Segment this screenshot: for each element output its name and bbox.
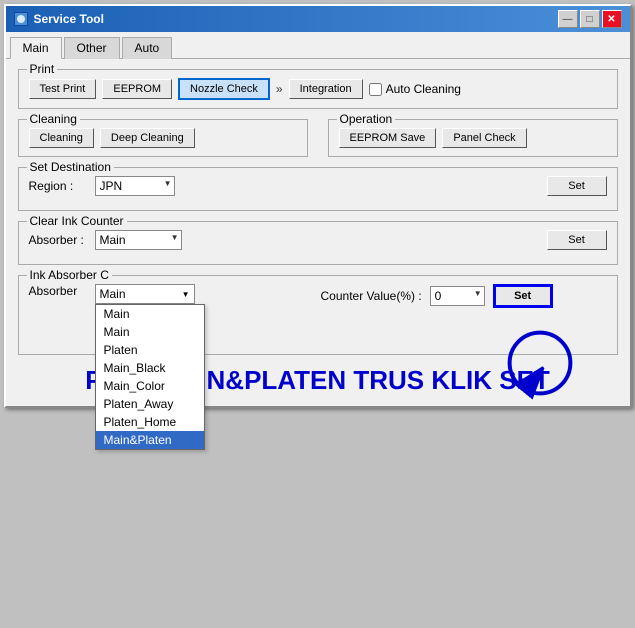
dropdown-arrow-icon: ▼ [182,290,190,299]
ink-absorber-selected-value: Main [100,287,126,301]
dd-item-main-platen[interactable]: Main&Platen [96,431,204,449]
counter-select-wrapper: 0 10 20 50 100 [430,286,485,306]
counter-select[interactable]: 0 10 20 50 100 [430,286,485,306]
ink-absorber-row: Absorber Main ▼ Main Main Platen Main_Bl… [29,284,607,308]
content-area: Print Test Print EEPROM Nozzle Check » I… [6,59,630,406]
cleaning-buttons: Cleaning Deep Cleaning [29,128,297,148]
counter-value-row: Counter Value(%) : 0 10 20 50 100 Set [321,284,553,308]
integration-button[interactable]: Integration [289,79,363,99]
dd-item-main-black[interactable]: Main_Black [96,359,204,377]
cleaning-button[interactable]: Cleaning [29,128,94,148]
tab-other[interactable]: Other [64,37,120,59]
ink-absorber-dropdown-wrapper: Main ▼ Main Main Platen Main_Black Main_… [95,284,195,304]
dd-item-main-color[interactable]: Main_Color [96,377,204,395]
tab-auto[interactable]: Auto [122,37,173,59]
dd-item-platen-home[interactable]: Platen_Home [96,413,204,431]
test-print-button[interactable]: Test Print [29,79,97,99]
operation-buttons: EEPROM Save Panel Check [339,128,607,148]
clear-ink-set-button[interactable]: Set [547,230,607,250]
cleaning-section: Cleaning Cleaning Deep Cleaning [18,119,308,157]
set-destination-section: Set Destination Region : JPN USA EUR Set [18,167,618,211]
close-button[interactable]: ✕ [602,10,622,28]
clear-ink-counter-section: Clear Ink Counter Absorber : Main Platen… [18,221,618,265]
window-title: Service Tool [34,12,104,26]
region-label: Region : [29,179,89,193]
minimize-button[interactable]: — [558,10,578,28]
deep-cleaning-button[interactable]: Deep Cleaning [100,128,195,148]
auto-cleaning-text: Auto Cleaning [386,82,461,96]
title-buttons: — □ ✕ [558,10,622,28]
region-select[interactable]: JPN USA EUR [95,176,175,196]
absorber-select[interactable]: Main Platen Main_Black [95,230,182,250]
ink-absorber-set-button[interactable]: Set [493,284,553,308]
panel-check-button[interactable]: Panel Check [442,128,526,148]
tabs-bar: Main Other Auto [6,32,630,59]
tab-main[interactable]: Main [10,37,62,59]
region-select-wrapper: JPN USA EUR [95,176,175,196]
region-row: Region : JPN USA EUR Set [29,176,607,196]
maximize-button[interactable]: □ [580,10,600,28]
absorber-label: Absorber : [29,233,89,247]
dd-item-main1[interactable]: Main [96,305,204,323]
main-window: Service Tool — □ ✕ Main Other Auto Print… [4,4,632,408]
operation-section: Operation EEPROM Save Panel Check [328,119,618,157]
dd-item-main2[interactable]: Main [96,323,204,341]
ink-absorber-select[interactable]: Main ▼ [95,284,195,304]
set-destination-button[interactable]: Set [547,176,607,196]
cleaning-label: Cleaning [27,112,80,126]
print-buttons: Test Print EEPROM Nozzle Check » Integra… [29,78,607,100]
eeprom-button[interactable]: EEPROM [102,79,172,99]
operation-label: Operation [337,112,396,126]
absorber-select-wrapper: Main Platen Main_Black [95,230,182,250]
auto-cleaning-label[interactable]: Auto Cleaning [369,82,461,96]
auto-cleaning-checkbox[interactable] [369,83,382,96]
ink-absorber-dropdown-list: Main Main Platen Main_Black Main_Color P… [95,304,205,450]
ink-absorber-section: Ink Absorber C Absorber Main ▼ Main Main… [18,275,618,355]
window-icon [14,12,28,26]
absorber-row: Absorber : Main Platen Main_Black Set [29,230,607,250]
double-arrow-icon: » [276,82,283,96]
counter-label: Counter Value(%) : [321,289,422,303]
ink-absorber-label: Ink Absorber C [27,268,112,282]
print-label: Print [27,62,58,76]
ink-absorber-field-label: Absorber [29,284,89,298]
title-bar: Service Tool — □ ✕ [6,6,630,32]
dd-item-platen-away[interactable]: Platen_Away [96,395,204,413]
eeprom-save-button[interactable]: EEPROM Save [339,128,437,148]
nozzle-check-button[interactable]: Nozzle Check [178,78,270,100]
print-section: Print Test Print EEPROM Nozzle Check » I… [18,69,618,109]
dd-item-platen[interactable]: Platen [96,341,204,359]
clear-ink-counter-label: Clear Ink Counter [27,214,127,228]
set-destination-label: Set Destination [27,160,114,174]
